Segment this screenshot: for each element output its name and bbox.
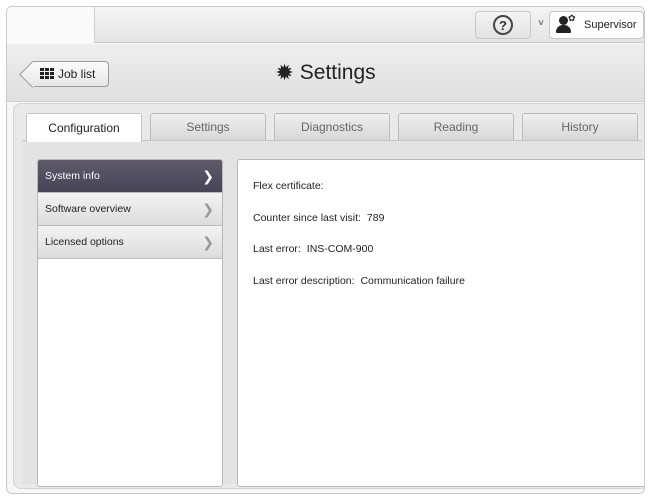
last-error-label: Last error: [253, 243, 301, 255]
nav-item-licensed-options[interactable]: Licensed options ❯ [38, 226, 222, 259]
page-title-wrap: ✹ Settings [7, 58, 644, 88]
status-area [7, 7, 95, 43]
tab-settings[interactable]: Settings [150, 113, 266, 140]
flex-certificate-row: Flex certificate: [253, 180, 644, 212]
last-error-description-label: Last error description: [253, 274, 355, 287]
tab-configuration[interactable]: Configuration [26, 113, 142, 142]
supervisor-user-icon: ✿ [556, 13, 576, 34]
last-error-description-value: Communication failure [360, 274, 465, 287]
system-info-pane: Flex certificate: Counter since last vis… [237, 159, 644, 487]
last-error-value: INS-COM-900 [306, 243, 374, 255]
counter-row: Counter since last visit: 789 [253, 211, 644, 244]
nav-item-software-overview[interactable]: Software overview ❯ [38, 193, 222, 226]
question-circle-icon: ? [493, 15, 513, 35]
page-title: Settings [299, 61, 376, 84]
counter-value: 789 [366, 211, 385, 224]
configuration-nav-list: System info ❯ Software overview ❯ Licens… [37, 159, 223, 487]
tab-bar: Configuration Settings Diagnostics Readi… [26, 113, 638, 142]
help-button[interactable]: ? [475, 11, 531, 39]
last-error-row: Last error: INS-COM-900 [253, 243, 644, 275]
nav-item-label: System info [45, 170, 100, 182]
page-header: Job list ✹ Settings [7, 44, 644, 102]
user-menu-chevron-icon[interactable]: ˅ [535, 17, 547, 31]
nav-item-label: Licensed options [45, 236, 124, 248]
nav-item-system-info[interactable]: System info ❯ [38, 160, 222, 193]
tab-reading[interactable]: Reading [398, 113, 514, 140]
chevron-right-icon: ❯ [202, 201, 214, 217]
flex-certificate-label: Flex certificate: [253, 180, 324, 192]
user-menu-button[interactable]: ✿ Supervisor [549, 11, 644, 39]
settings-panel: Configuration Settings Diagnostics Readi… [13, 103, 644, 489]
tab-diagnostics[interactable]: Diagnostics [274, 113, 390, 140]
counter-label: Counter since last visit: [253, 211, 361, 224]
user-name: Supervisor [584, 19, 637, 31]
chevron-right-icon: ❯ [202, 234, 214, 250]
nav-item-label: Software overview [45, 203, 131, 215]
gear-icon: ✹ [275, 60, 294, 85]
status-bar: ? ˅ ✿ Supervisor [7, 7, 644, 43]
tab-content: System info ❯ Software overview ❯ Licens… [22, 140, 644, 487]
last-error-description-row: Last error description: Communication fa… [253, 274, 644, 307]
chevron-right-icon: ❯ [202, 168, 214, 184]
tab-history[interactable]: History [522, 113, 638, 140]
app-window: ? ˅ ✿ Supervisor Job list ✹ Settings Con… [6, 6, 645, 494]
